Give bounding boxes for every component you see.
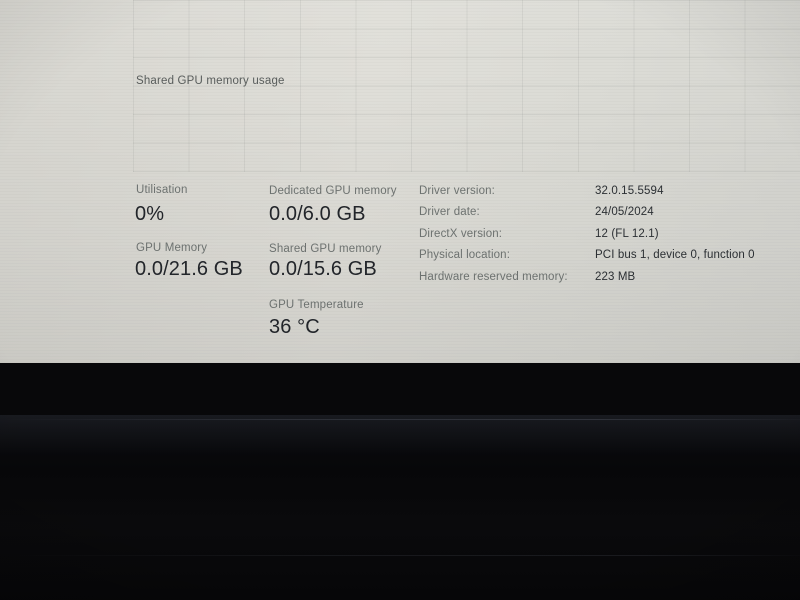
- gpu-temperature-value: 36 °C: [269, 316, 320, 338]
- bezel-seam-bottom: [0, 555, 800, 556]
- detail-key: Driver version:: [419, 185, 495, 197]
- gpu-memory-label: GPU Memory: [136, 242, 208, 254]
- gpu-details-table: Driver version: 32.0.15.5594 Driver date…: [419, 185, 794, 292]
- table-row: Driver version: 32.0.15.5594: [419, 185, 794, 206]
- detail-value: PCI bus 1, device 0, function 0: [595, 249, 755, 262]
- dedicated-gpu-memory-label: Dedicated GPU memory: [269, 185, 397, 197]
- table-row: Physical location: PCI bus 1, device 0, …: [419, 249, 794, 270]
- shared-gpu-memory-value: 0.0/15.6 GB: [269, 258, 377, 280]
- utilisation-label: Utilisation: [136, 184, 188, 196]
- detail-key: Hardware reserved memory:: [419, 270, 568, 283]
- laptop-photo: Shared GPU memory usage Utilisation 0% G…: [0, 0, 800, 600]
- detail-value: 24/05/2024: [595, 206, 654, 219]
- bezel-seam-top: [0, 419, 800, 420]
- shared-gpu-memory-label: Shared GPU memory: [269, 243, 382, 255]
- table-row: DirectX version: 12 (FL 12.1): [419, 228, 794, 249]
- detail-key: Physical location:: [419, 249, 511, 262]
- gpu-temperature-label: GPU Temperature: [269, 299, 364, 311]
- detail-key: Driver date:: [419, 206, 480, 219]
- detail-value: 12 (FL 12.1): [595, 227, 659, 240]
- detail-value: 32.0.15.5594: [595, 185, 664, 197]
- detail-value: 223 MB: [595, 270, 636, 283]
- dedicated-gpu-memory-value: 0.0/6.0 GB: [269, 203, 366, 225]
- bezel-glow: [0, 415, 800, 455]
- table-row: Hardware reserved memory: 223 MB: [419, 271, 794, 292]
- detail-key: DirectX version:: [419, 227, 503, 240]
- gpu-stats-panel: Utilisation 0% GPU Memory 0.0/21.6 GB De…: [0, 0, 800, 363]
- laptop-screen: Shared GPU memory usage Utilisation 0% G…: [0, 0, 800, 363]
- gpu-memory-value: 0.0/21.6 GB: [135, 258, 243, 280]
- table-row: Driver date: 24/05/2024: [419, 206, 794, 227]
- laptop-bezel: [0, 415, 800, 600]
- utilisation-value: 0%: [135, 203, 165, 225]
